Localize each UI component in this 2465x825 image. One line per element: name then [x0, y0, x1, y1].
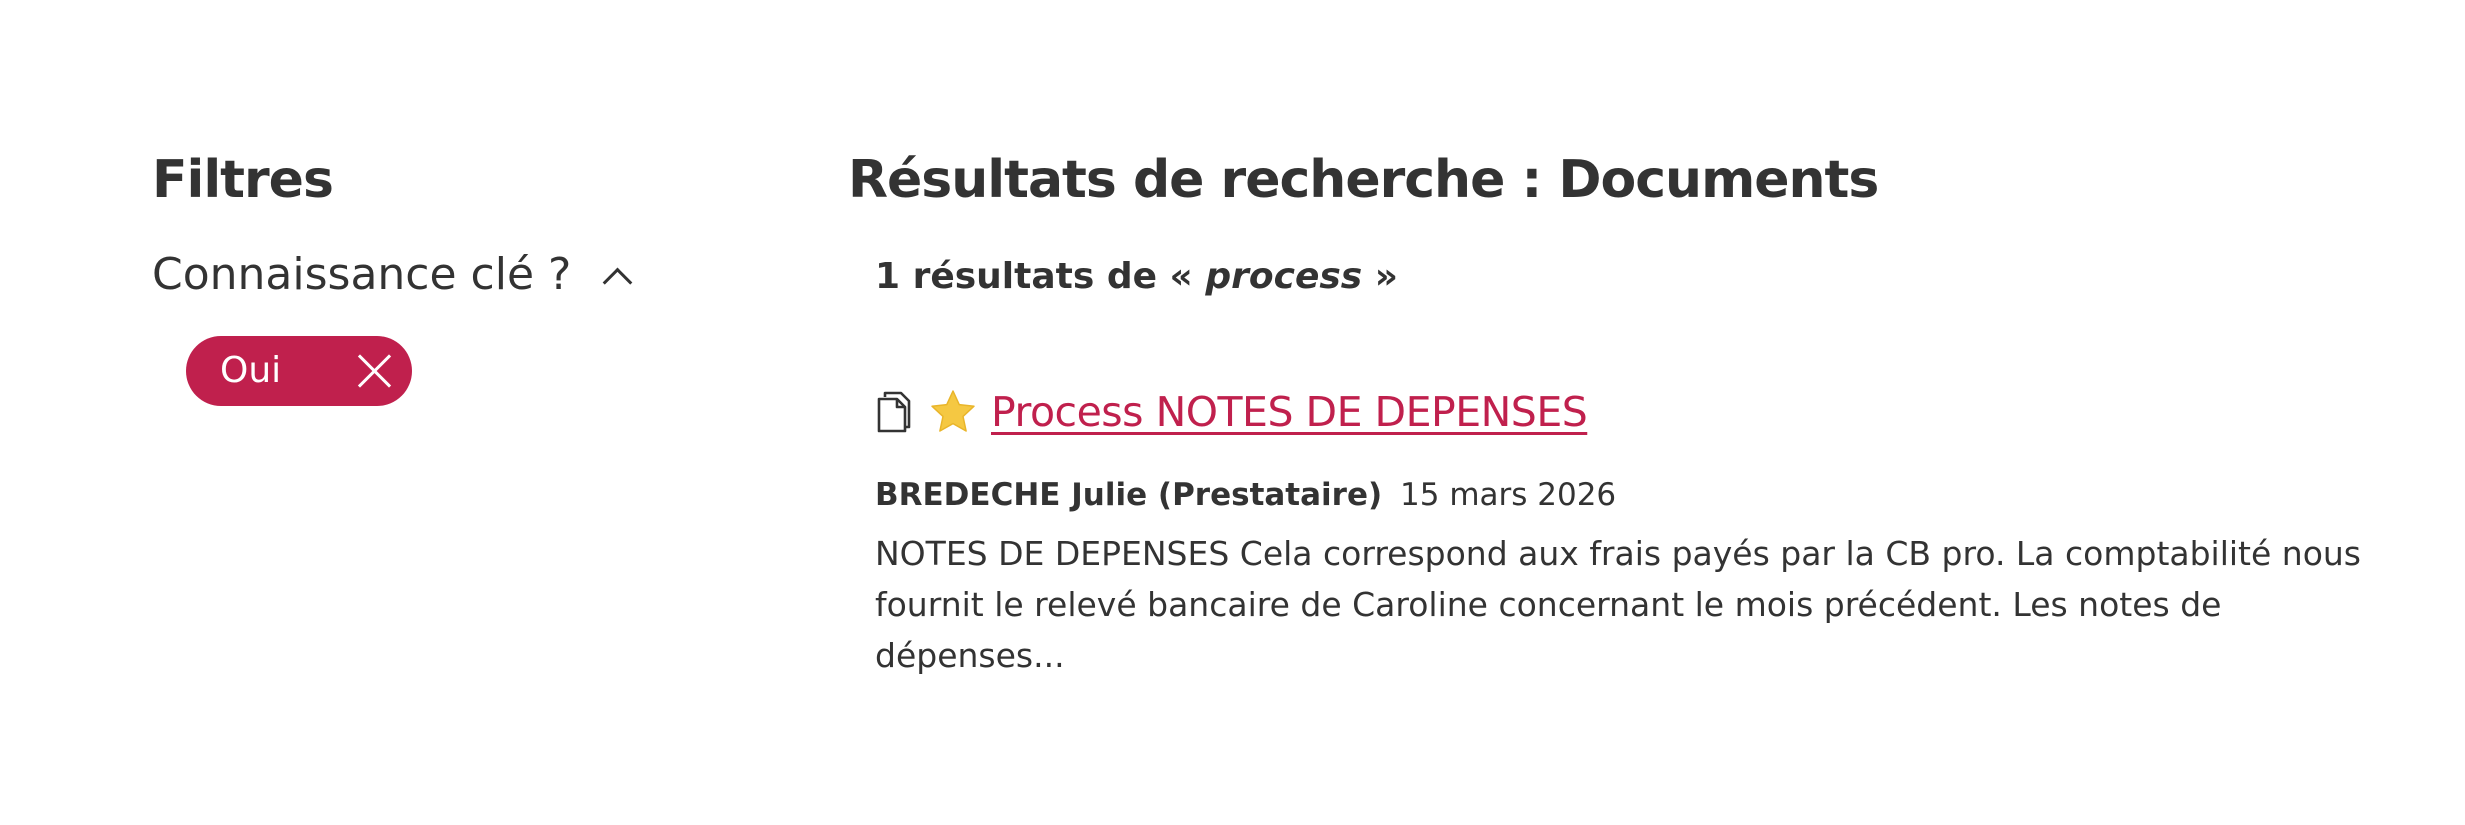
result-title-row: Process NOTES DE DEPENSES	[875, 382, 2408, 442]
filters-title: Filtres	[152, 150, 334, 210]
result-date: 15 mars 2026	[1400, 477, 1617, 513]
filter-group-connaissance-cle: Connaissance clé ? Oui	[152, 240, 712, 406]
result-item: Process NOTES DE DEPENSES BREDECHE Julie…	[875, 382, 2408, 681]
chevron-up-icon	[603, 267, 633, 297]
filter-group-toggle[interactable]: Connaissance clé ?	[152, 240, 712, 310]
close-icon[interactable]	[356, 353, 392, 389]
result-meta: BREDECHE Julie (Prestataire) 15 mars 202…	[875, 472, 2408, 518]
results-count: 1 résultats de « process »	[875, 252, 2408, 302]
document-icon	[875, 389, 915, 435]
results-query: process	[1205, 256, 1363, 297]
filter-group-label: Connaissance clé ?	[152, 249, 572, 300]
result-author: BREDECHE Julie (Prestataire)	[875, 477, 1383, 513]
filter-chip-label: Oui	[220, 350, 282, 391]
results-count-prefix: 1 résultats de «	[875, 256, 1193, 297]
filters-panel: Filtres Connaissance clé ? Oui	[152, 140, 712, 406]
filter-chip-oui[interactable]: Oui	[186, 336, 412, 406]
result-title-link[interactable]: Process NOTES DE DEPENSES	[991, 388, 1588, 436]
search-results: Résultats de recherche : Documents 1 rés…	[848, 140, 2408, 681]
results-title: Résultats de recherche : Documents	[848, 150, 1879, 210]
results-count-suffix: »	[1374, 256, 1399, 297]
star-icon	[929, 389, 977, 435]
result-snippet: NOTES DE DEPENSES Cela correspond aux fr…	[875, 534, 2361, 675]
